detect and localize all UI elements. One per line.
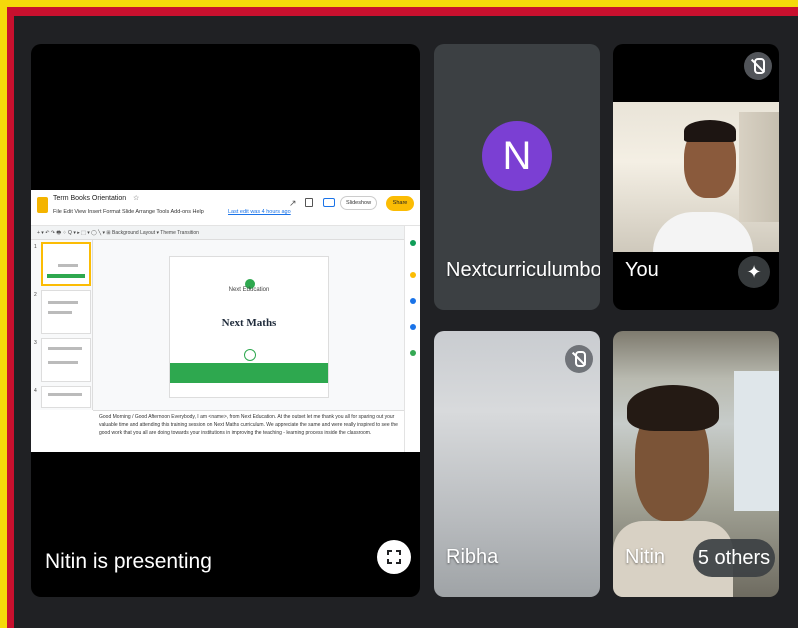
activity-trend-icon: ↗ xyxy=(289,198,297,208)
current-slide: Next Education Next Maths xyxy=(169,256,329,398)
share-button: Share xyxy=(386,196,414,211)
slide-number: 3 xyxy=(34,340,37,346)
participant-tile-you[interactable]: You ✦ xyxy=(613,44,779,310)
effects-sparkle-icon[interactable]: ✦ xyxy=(738,256,770,288)
slides-logo-icon xyxy=(37,197,48,213)
slide-thumbnail xyxy=(41,386,91,408)
participant-tile-ribha[interactable]: Ribha xyxy=(434,331,600,597)
participant-tile-nitin[interactable]: Nitin 5 others xyxy=(613,331,779,597)
slide-number: 4 xyxy=(34,388,37,394)
speaker-notes: Good Morning / Good Afternoon Everybody,… xyxy=(93,410,404,452)
person-body xyxy=(653,212,753,252)
slide-canvas: Next Education Next Maths xyxy=(93,240,404,410)
last-edit-link: Last edit was 4 hours ago xyxy=(228,209,291,215)
star-icon: ☆ xyxy=(133,195,140,202)
participant-name: You xyxy=(625,259,659,281)
slide-circle-icon xyxy=(244,349,256,361)
comment-icon xyxy=(305,198,313,207)
slides-toolbar: + ▾ ↶ ↷ 🖶 ⁘ Q ▾ ▸ ⬚ ▾ ◯ ╲ ▾ ⊞ Background… xyxy=(31,226,404,240)
avatar: N xyxy=(482,121,552,191)
mic-muted-icon xyxy=(744,52,772,80)
tasks-icon xyxy=(410,298,416,304)
background-window xyxy=(734,371,779,511)
presenter-label: Nitin is presenting xyxy=(45,550,212,573)
keep-icon xyxy=(410,272,416,278)
participant-name: Ribha xyxy=(446,546,499,568)
slide-green-bar xyxy=(170,363,328,383)
filmstrip-view-controls xyxy=(31,430,93,452)
others-count-button[interactable]: 5 others xyxy=(693,539,775,577)
presentation-tile[interactable]: Term Books Orientation ☆ File Edit View … xyxy=(31,44,420,597)
slide-thumbnail xyxy=(41,242,91,286)
participant-name: Nextcurriculumbooks xyxy=(446,259,600,281)
shared-screen-slides: Term Books Orientation ☆ File Edit View … xyxy=(31,190,420,452)
slides-header: Term Books Orientation ☆ File Edit View … xyxy=(31,190,420,226)
slide-number: 2 xyxy=(34,292,37,298)
meeting-stage: Term Books Orientation ☆ File Edit View … xyxy=(14,16,798,628)
self-video xyxy=(613,102,779,252)
person-hair xyxy=(627,385,719,431)
mic-muted-icon xyxy=(565,345,593,373)
menu-bar: File Edit View Insert Format Slide Arran… xyxy=(53,209,204,215)
sheets-icon xyxy=(410,240,416,246)
slide-thumbnail xyxy=(41,338,91,382)
slideshow-button: Slideshow xyxy=(340,196,378,210)
side-panel-rail xyxy=(404,226,420,452)
slide-number: 1 xyxy=(34,244,37,250)
doc-title: Term Books Orientation xyxy=(53,195,127,202)
maps-icon xyxy=(410,350,416,356)
slide-filmstrip: 1 2 3 4 xyxy=(31,240,93,410)
background-shelf xyxy=(739,112,779,222)
fullscreen-button[interactable] xyxy=(377,540,411,574)
contacts-icon xyxy=(410,324,416,330)
meet-icon xyxy=(323,198,335,207)
person-hair xyxy=(684,120,736,142)
slide-thumbnail xyxy=(41,290,91,334)
slide-brand: Next Maths xyxy=(221,317,277,329)
participant-name: Nitin xyxy=(625,546,666,568)
participant-tile-nextcurriculumbooks[interactable]: N Nextcurriculumbooks xyxy=(434,44,600,310)
slide-logo-text: Next Education xyxy=(228,287,270,293)
